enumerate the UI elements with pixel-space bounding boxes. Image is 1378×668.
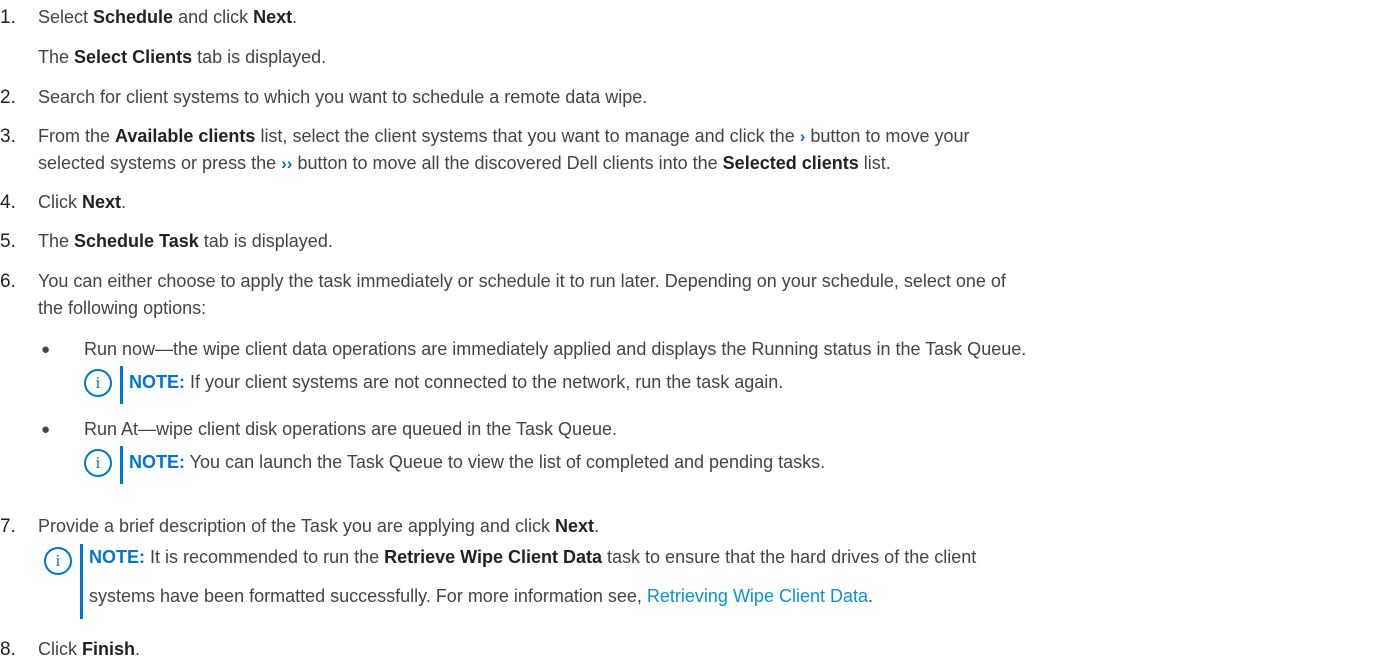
note-callout: i NOTE: It is recommended to run the Ret… <box>44 544 1374 619</box>
document-page: { "steps": [ { "number": "1.", "text": [… <box>0 0 1378 668</box>
step-text: Click Finish. <box>38 639 141 659</box>
step-number: 8. <box>0 639 16 660</box>
step-text-line-2: the following options: <box>38 298 207 318</box>
step-number: 6. <box>0 271 16 292</box>
step-text-line-1: From the Available clients list, select … <box>38 126 970 146</box>
double-chevron-right-icon: ›› <box>281 154 293 173</box>
note-divider <box>80 544 83 619</box>
note-divider <box>120 446 123 484</box>
note-callout: i NOTE: You can launch the Task Queue to… <box>84 446 1374 484</box>
step-number: 2. <box>0 87 16 108</box>
step-text: The Schedule Task tab is displayed. <box>38 231 333 251</box>
step-text: Provide a brief description of the Task … <box>38 516 599 536</box>
step-number: 4. <box>0 192 16 213</box>
note-text-line-1: NOTE: It is recommended to run the Retri… <box>89 547 977 567</box>
info-icon: i <box>44 547 72 575</box>
step-result-text: The Select Clients tab is displayed. <box>38 47 327 67</box>
step-text: Click Next. <box>38 192 127 212</box>
info-icon: i <box>84 369 112 397</box>
note-divider <box>120 366 123 404</box>
note-text: NOTE: If your client systems are not con… <box>129 372 784 392</box>
note-callout: i NOTE: If your client systems are not c… <box>84 366 1374 404</box>
info-icon: i <box>84 449 112 477</box>
note-text: NOTE: You can launch the Task Queue to v… <box>129 452 826 472</box>
list-item-text: Run At—wipe client disk operations are q… <box>84 419 617 439</box>
retrieving-wipe-client-data-link[interactable]: Retrieving Wipe Client Data <box>647 586 868 606</box>
note-text-line-2: systems have been formatted successfully… <box>89 586 874 606</box>
step-number: 7. <box>0 516 16 537</box>
bullet-icon: ● <box>41 421 51 438</box>
step-text-line-2: selected systems or press the ›› button … <box>38 153 891 173</box>
list-item-text: Run now—the wipe client data operations … <box>84 339 1027 359</box>
step-text: Select Schedule and click Next. <box>38 7 298 27</box>
bullet-icon: ● <box>41 341 51 358</box>
step-number: 3. <box>0 126 16 147</box>
step-text: Search for client systems to which you w… <box>38 87 648 107</box>
step-text-line-1: You can either choose to apply the task … <box>38 271 1006 291</box>
step-number: 5. <box>0 231 16 252</box>
step-number: 1. <box>0 7 16 28</box>
